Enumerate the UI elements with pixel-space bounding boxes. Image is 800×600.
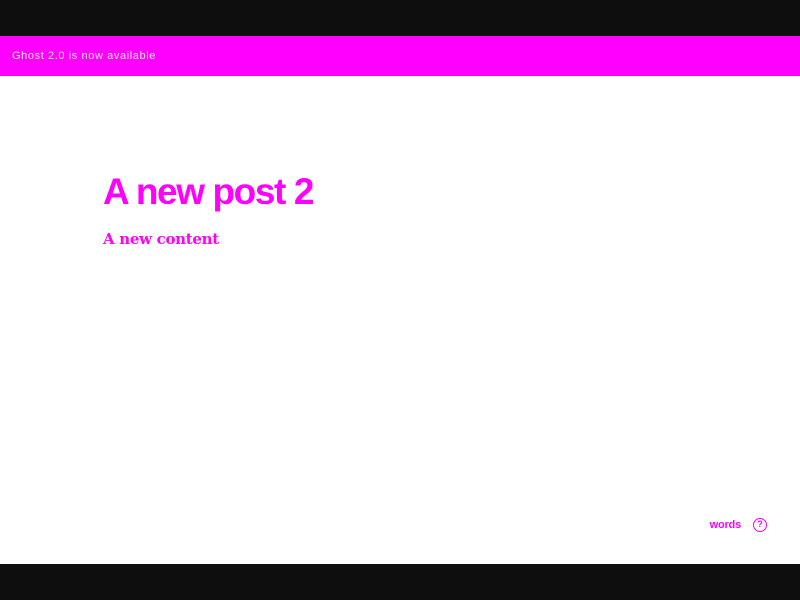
editor-canvas[interactable]: A new post 2 A new content words ?: [0, 76, 800, 564]
bottom-frame-bar: [0, 564, 800, 600]
update-notification-banner: Ghost 2.0 is now available: [0, 36, 800, 76]
banner-text: Ghost 2.0 is now available: [12, 50, 157, 62]
top-frame-bar: [0, 0, 800, 36]
help-icon[interactable]: ?: [753, 518, 767, 532]
post-content[interactable]: A new content: [103, 229, 219, 249]
word-count-label: words: [709, 519, 742, 531]
post-title[interactable]: A new post 2: [103, 170, 314, 214]
